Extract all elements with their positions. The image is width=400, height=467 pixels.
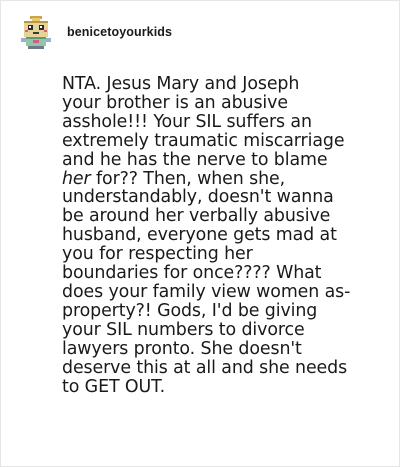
post-text-line: her for?? Then, when she, <box>62 168 392 189</box>
post-text-line: understandably, doesn't wanna <box>62 187 334 208</box>
post-text-line: extremely traumatic miscarriage <box>62 130 345 151</box>
post-text-line: husband, everyone gets mad at <box>62 225 337 246</box>
post-text-line: your brother is an abusive <box>62 92 288 113</box>
post-text-line: deserve this at all and she needs <box>62 357 348 378</box>
post-header: benicetoyourkids <box>19 15 172 49</box>
pixel-robot-avatar-icon[interactable] <box>19 15 53 49</box>
post-text-line: you for respecting her <box>62 244 253 265</box>
emphasized-word: her <box>62 168 91 189</box>
post-text-line: does your family view women as- <box>62 281 351 302</box>
post-text-line: be around her verbally abusive <box>62 206 331 227</box>
post-text-line: NTA. Jesus Mary and Joseph <box>62 74 300 94</box>
post-text-line: and he has the nerve to blame <box>62 149 328 170</box>
post-text-line: to GET OUT. <box>62 376 166 397</box>
post-card: benicetoyourkids NTA. Jesus Mary and Jos… <box>0 0 400 467</box>
post-author-username[interactable]: benicetoyourkids <box>67 25 172 39</box>
post-text-line: your SIL numbers to divorce <box>62 319 305 340</box>
post-text-fragment: for?? Then, when she, <box>90 168 286 189</box>
post-text-line: asshole!!! Your SIL suffers an <box>62 111 312 132</box>
post-body-text: NTA. Jesus Mary and Joseph your brother … <box>62 75 392 396</box>
post-text-line: boundaries for once???? What <box>62 263 322 284</box>
post-text-line: lawyers pronto. She doesn't <box>62 338 302 359</box>
post-text-line: property?! Gods, I'd be giving <box>62 300 318 321</box>
